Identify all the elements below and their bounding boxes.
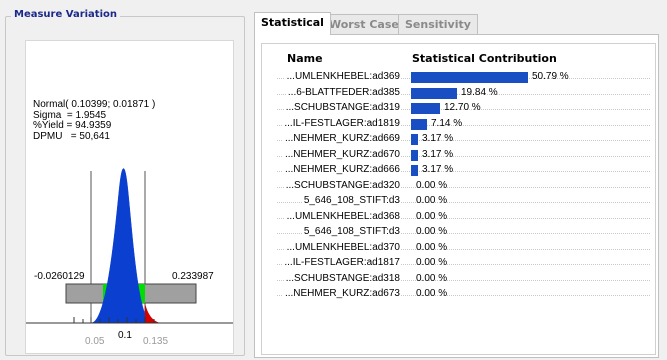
contribution-table[interactable]: Name Statistical Contribution ...UMLENKH… [261,43,656,355]
contribution-value: 12.70 % [444,102,481,113]
out-of-spec-tail [145,303,161,323]
contribution-value: 19.84 % [461,86,498,98]
tab-sensitivity[interactable]: Sensitivity [398,14,478,34]
contribution-value: 0.00 % [416,179,448,191]
contribution-value: 0.00 % [416,195,448,206]
contribution-bar [411,149,418,161]
row-name[interactable]: ...UMLENKHEBEL:ad370 [284,241,400,253]
row-name[interactable]: ...SCHUBSTANGE:ad320 [283,179,400,191]
tick-label-005: 0.05 [85,336,105,347]
contribution-value: 0.00 % [416,288,448,299]
contribution-value: 0.00 % [416,272,448,284]
row-name[interactable]: 5_646_108_STIFT:d3 [301,226,400,237]
contribution-column-header[interactable]: Statistical Contribution [412,52,557,65]
row-name[interactable]: ...UMLENKHEBEL:ad369 [284,71,400,82]
contribution-value: 0.00 % [416,226,448,237]
row-name[interactable]: ...6-BLATTFEDER:ad385 [285,86,400,98]
contribution-value: 7.14 % [431,117,463,129]
row-name[interactable]: ...NEHMER_KURZ:ad673 [282,288,400,299]
row-name[interactable]: ...NEHMER_KURZ:ad666 [282,164,400,175]
measure-variation-title: Measure Variation [11,9,120,20]
contribution-value: 3.17 % [422,148,454,160]
contribution-value: 0.00 % [416,210,448,222]
contribution-value: 3.17 % [422,133,454,144]
name-column-header[interactable]: Name [287,52,323,65]
tick-label-01: 0.1 [118,330,132,341]
contribution-bar [411,103,440,114]
row-name[interactable]: 5_646_108_STIFT:d3 [301,195,400,206]
statistical-tab-panel: Name Statistical Contribution ...UMLENKH… [254,34,659,358]
row-name[interactable]: ...IL-FESTLAGER:ad1819 [282,117,400,129]
row-name[interactable]: ...SCHUBSTANGE:ad319 [283,102,400,113]
distribution-plot: Normal( 0.10399; 0.01871 ) Sigma = 1.954… [25,40,234,354]
row-name[interactable]: ...IL-FESTLAGER:ad1817 [282,257,400,268]
contribution-value: 3.17 % [422,164,454,175]
tick-label-0135: 0.135 [143,336,168,347]
contribution-bar [411,165,418,176]
contribution-bar [411,118,427,130]
contribution-value: 0.00 % [416,241,448,253]
tab-statistical[interactable]: Statistical [254,12,331,35]
row-name[interactable]: ...UMLENKHEBEL:ad368 [284,210,400,222]
contribution-bar [411,134,418,145]
tab-worst-case[interactable]: Worst Case [322,14,406,34]
contribution-value: 0.00 % [416,257,448,268]
distribution-chart: -0.0260129 0.233987 0.05 0.1 0.135 [26,168,233,347]
row-name[interactable]: ...NEHMER_KURZ:ad670 [282,148,400,160]
row-name[interactable]: ...SCHUBSTANGE:ad318 [283,272,400,284]
upper-value-label: 0.233987 [172,271,214,282]
contribution-bar [411,72,528,83]
contribution-value: 50.79 % [532,71,569,82]
lower-value-label: -0.0260129 [34,271,85,282]
contribution-bar [411,87,457,99]
row-name[interactable]: ...NEHMER_KURZ:ad669 [282,133,400,144]
